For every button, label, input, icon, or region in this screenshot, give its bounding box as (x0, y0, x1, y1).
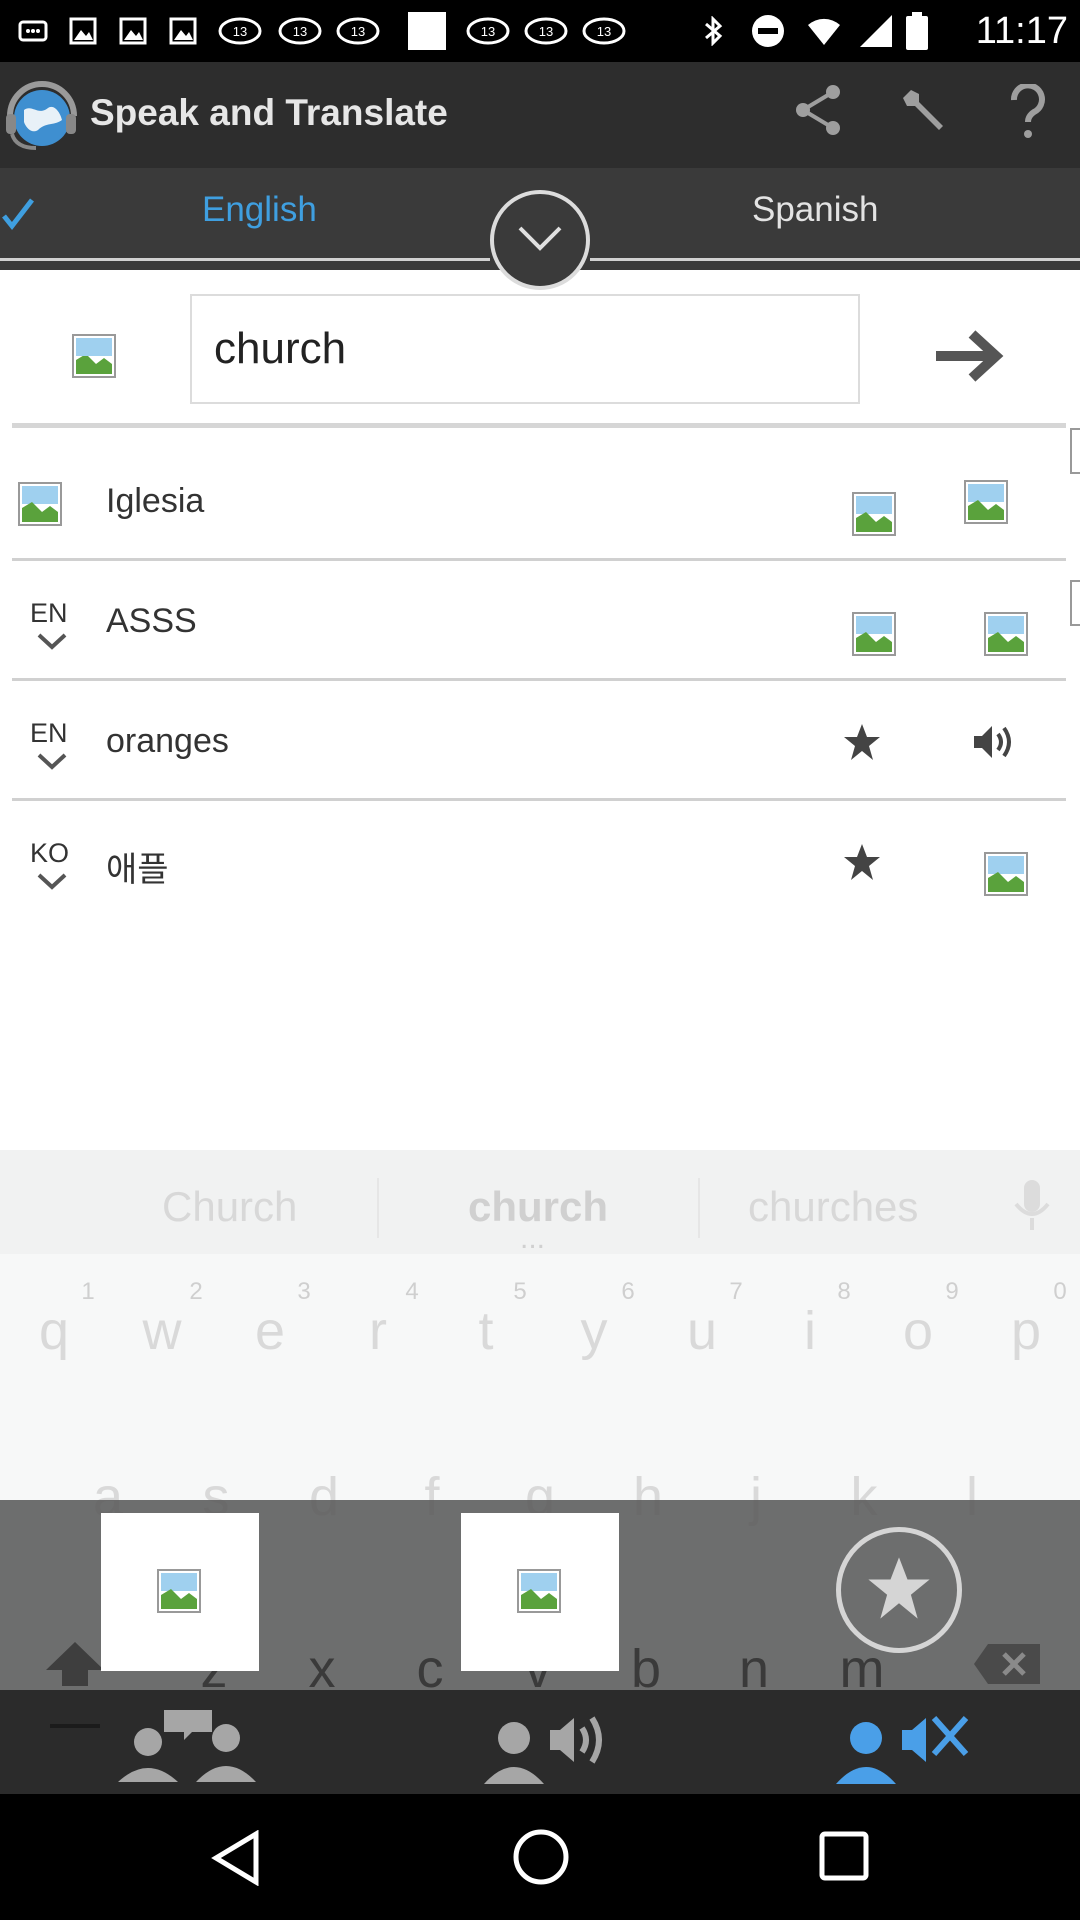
suggestion-divider (377, 1178, 379, 1238)
language-code[interactable]: KO (30, 838, 69, 869)
translate-input-value: church (214, 324, 347, 373)
more-suggestions[interactable]: ... (520, 1222, 545, 1256)
list-item-text: oranges (106, 722, 229, 760)
lang-underline-left (0, 258, 490, 261)
suggestion-1[interactable]: Church (162, 1183, 297, 1231)
swap-languages-button[interactable] (490, 190, 590, 290)
backspace-icon[interactable] (972, 1642, 1042, 1686)
abc13-icon: 13 (524, 17, 568, 45)
speak-card[interactable] (461, 1513, 619, 1671)
favorite-image[interactable] (852, 492, 896, 536)
microphone-icon[interactable] (1012, 1178, 1052, 1234)
language-code[interactable]: EN (30, 598, 68, 629)
notification-icon (18, 20, 48, 42)
wrench-icon[interactable] (895, 82, 951, 138)
wifi-icon (808, 18, 840, 45)
list-item[interactable]: EN oranges (0, 680, 1080, 800)
speaker-image[interactable] (964, 480, 1008, 524)
list-item-text: Iglesia (106, 482, 205, 520)
abc13-icon: 13 (582, 17, 626, 45)
back-icon[interactable] (210, 1830, 262, 1886)
shift-icon[interactable] (40, 1640, 110, 1686)
key[interactable]: r (348, 1300, 408, 1362)
chevron-down-icon[interactable] (36, 752, 68, 770)
bottom-nav (0, 1690, 1080, 1794)
card-image (517, 1569, 561, 1613)
speaker-icon[interactable] (972, 722, 1016, 762)
signal-icon (860, 15, 892, 47)
abc13-icon: 13 (218, 17, 262, 45)
key[interactable]: i (780, 1300, 840, 1362)
help-icon[interactable] (1008, 84, 1048, 140)
speaker-image[interactable] (984, 852, 1028, 896)
list-item[interactable]: EN ASSS (0, 560, 1080, 680)
key[interactable]: w (132, 1300, 192, 1362)
list-item-text: ASSS (106, 602, 197, 640)
speak-icon[interactable] (484, 1702, 620, 1784)
flag-image (18, 482, 62, 526)
system-nav-bar (0, 1794, 1080, 1920)
suggestion-3[interactable]: churches (748, 1183, 918, 1231)
conversation-icon[interactable] (108, 1702, 268, 1784)
target-language[interactable]: Spanish (752, 190, 878, 230)
speaker-image[interactable] (984, 612, 1028, 656)
favorites-button[interactable] (836, 1527, 962, 1653)
battery-icon (906, 12, 928, 50)
language-code[interactable]: EN (30, 718, 68, 749)
favorite-image[interactable] (852, 612, 896, 656)
gallery-icon (408, 12, 446, 50)
chevron-down-icon[interactable] (36, 632, 68, 650)
list-item-text: 애플 (106, 851, 169, 889)
do-not-disturb-icon (752, 15, 784, 47)
app-bar: Speak and Translate (0, 62, 1080, 168)
share-icon[interactable] (793, 84, 843, 136)
conversation-card[interactable] (101, 1513, 259, 1671)
suggestion-divider (698, 1178, 700, 1238)
chevron-down-icon[interactable] (36, 872, 68, 890)
input-divider (12, 423, 1066, 428)
svg-text:13: 13 (233, 24, 247, 39)
list-item[interactable]: KO 애플 (0, 800, 1080, 920)
abc13-icon: 13 (336, 17, 380, 45)
key[interactable]: t (456, 1300, 516, 1362)
input-language-image[interactable] (72, 334, 116, 378)
card-image (157, 1569, 201, 1613)
translate-input[interactable]: church (190, 294, 860, 404)
home-icon[interactable] (512, 1828, 570, 1886)
key[interactable]: o (888, 1300, 948, 1362)
checkmark-icon (2, 198, 34, 231)
arrow-right-icon[interactable] (932, 326, 1012, 386)
svg-text:13: 13 (539, 24, 553, 39)
key[interactable]: q (24, 1300, 84, 1362)
image-icon (69, 17, 97, 45)
svg-text:13: 13 (597, 24, 611, 39)
key[interactable]: e (240, 1300, 300, 1362)
image-icon (119, 17, 147, 45)
abc13-icon: 13 (278, 17, 322, 45)
svg-text:13: 13 (351, 24, 365, 39)
key[interactable]: y (564, 1300, 624, 1362)
status-bar: 13 13 13 13 13 13 11:17 (0, 0, 1080, 62)
lang-underline-right (590, 258, 1080, 261)
mute-icon[interactable] (836, 1702, 972, 1784)
globe-headset-icon (6, 81, 77, 150)
divider (50, 1724, 100, 1728)
list-item[interactable]: Iglesia (0, 440, 1080, 560)
key[interactable]: p (996, 1300, 1056, 1362)
app-title: Speak and Translate (90, 92, 448, 133)
chevron-down-icon (518, 226, 562, 251)
source-language[interactable]: English (202, 190, 317, 230)
key[interactable]: u (672, 1300, 732, 1362)
abc13-icon: 13 (466, 17, 510, 45)
svg-text:13: 13 (481, 24, 495, 39)
svg-text:13: 13 (293, 24, 307, 39)
star-icon (868, 1557, 930, 1619)
star-icon[interactable] (842, 722, 882, 762)
bluetooth-icon (705, 16, 723, 46)
image-icon (169, 17, 197, 45)
star-icon[interactable] (842, 842, 882, 882)
clock: 11:17 (975, 10, 1068, 52)
recents-icon[interactable] (818, 1830, 870, 1882)
